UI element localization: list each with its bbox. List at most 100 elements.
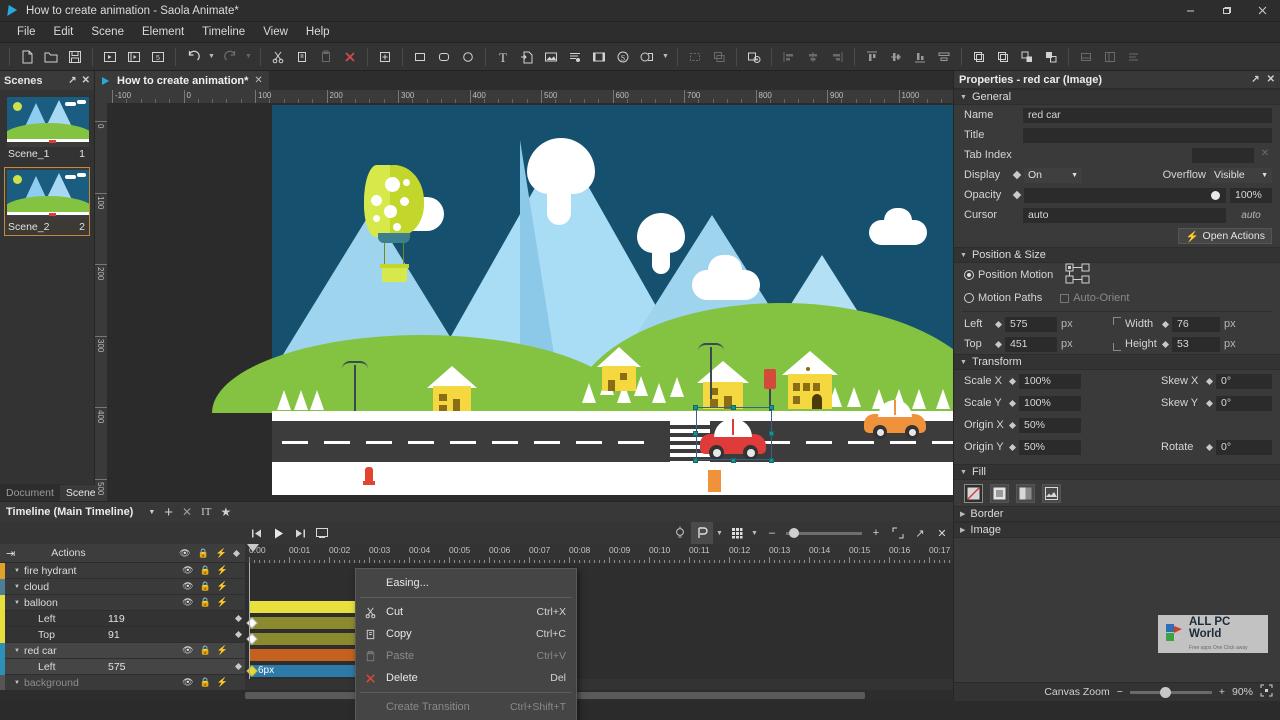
lock-icon[interactable]: 🔒: [200, 581, 211, 592]
scale-x-input[interactable]: 100%: [1019, 374, 1081, 389]
scale-y-keyframe-icon[interactable]: [1009, 399, 1016, 406]
delete-icon[interactable]: [338, 45, 362, 69]
cut-icon[interactable]: [266, 45, 290, 69]
tab-document[interactable]: Document: [0, 485, 60, 501]
origin-y-input[interactable]: 50%: [1019, 440, 1081, 455]
new-document-icon[interactable]: [15, 45, 39, 69]
close-button[interactable]: [1244, 0, 1280, 22]
skip-to-end-icon[interactable]: [289, 522, 311, 544]
menu-item-copy[interactable]: CopyCtrl+C: [356, 623, 576, 645]
element-settings-icon[interactable]: [742, 45, 766, 69]
favorite-icon[interactable]: ★: [221, 505, 232, 519]
add-scene-icon[interactable]: [373, 45, 397, 69]
position-motion-radio[interactable]: [964, 270, 974, 280]
send-to-back-icon[interactable]: [991, 45, 1015, 69]
document-tab[interactable]: How to create animation* ✕: [95, 71, 269, 90]
chevron-down-icon[interactable]: ▼: [14, 568, 20, 574]
actions-icon[interactable]: ⚡: [217, 677, 228, 688]
actions-icon[interactable]: ⚡: [217, 597, 228, 608]
minimize-button[interactable]: [1172, 0, 1208, 22]
fill-image-button[interactable]: [1042, 484, 1061, 503]
timeline-dropdown-icon[interactable]: ▼: [148, 509, 155, 516]
keyframe-toggle-icon[interactable]: [235, 663, 242, 670]
actions-icon[interactable]: ⚡: [217, 645, 228, 656]
open-actions-button[interactable]: ⚡ Open Actions: [1178, 228, 1272, 244]
eye-icon[interactable]: 👁: [182, 597, 193, 608]
expand-timeline-icon[interactable]: ↗: [909, 522, 931, 544]
timeline-ruler[interactable]: 0:0000:0100:0200:0300:0400:0500:0600:070…: [245, 544, 953, 563]
height-input[interactable]: 53: [1172, 337, 1220, 352]
eye-icon[interactable]: 👁: [182, 581, 193, 592]
play-icon[interactable]: [267, 522, 289, 544]
motion-paths-radio[interactable]: [964, 293, 974, 303]
undo-dropdown-icon[interactable]: ▼: [205, 45, 218, 69]
fit-to-window-icon[interactable]: [1260, 684, 1273, 700]
menu-item-delete[interactable]: DeleteDel: [356, 667, 576, 689]
menu-item-easing[interactable]: Easing...: [356, 572, 576, 594]
height-keyframe-icon[interactable]: [1162, 340, 1169, 347]
insert-more-dropdown-icon[interactable]: ▼: [659, 45, 672, 69]
send-backward-icon[interactable]: [1039, 45, 1063, 69]
section-position-size[interactable]: ▼ Position & Size: [954, 247, 1280, 263]
insert-symbol-icon[interactable]: S: [611, 45, 635, 69]
chevron-down-icon[interactable]: ▼: [14, 680, 20, 686]
track-row-property[interactable]: Left119: [0, 611, 245, 627]
skew-x-keyframe-icon[interactable]: [1206, 377, 1213, 384]
copy-icon[interactable]: [290, 45, 314, 69]
origin-x-keyframe-icon[interactable]: [1009, 421, 1016, 428]
rotate-input[interactable]: 0°: [1216, 440, 1272, 455]
timeline-zoom-slider[interactable]: [786, 532, 862, 535]
selection-handle-tc[interactable]: [731, 405, 736, 410]
document-tab-close-icon[interactable]: ✕: [254, 75, 262, 86]
eye-icon[interactable]: 👁: [182, 565, 193, 576]
chevron-down-icon[interactable]: ▼: [14, 600, 20, 606]
fill-gradient-button[interactable]: [1016, 484, 1035, 503]
section-transform[interactable]: ▼ Transform: [954, 354, 1280, 370]
menu-help[interactable]: Help: [297, 23, 339, 41]
menu-timeline[interactable]: Timeline: [193, 23, 254, 41]
selection-handle-ml[interactable]: [693, 431, 698, 436]
scene-card-1[interactable]: Scene_1 1: [4, 94, 90, 163]
fit-timeline-icon[interactable]: [887, 522, 909, 544]
grid-icon[interactable]: [726, 522, 748, 544]
bring-to-front-icon[interactable]: [967, 45, 991, 69]
width-keyframe-icon[interactable]: [1162, 320, 1169, 327]
keyframe-column-icon[interactable]: [233, 549, 240, 556]
left-input[interactable]: 575: [1005, 317, 1057, 332]
selection-handle-bc[interactable]: [731, 458, 736, 463]
insert-file-icon[interactable]: [515, 45, 539, 69]
lock-icon[interactable]: 🔒: [200, 677, 211, 688]
properties-close-icon[interactable]: ✕: [1267, 74, 1275, 85]
horizontal-ruler[interactable]: -10001002003004005006007008009001000: [107, 90, 953, 103]
track-row-group[interactable]: ▼balloon👁🔒⚡: [0, 595, 245, 611]
lock-icon[interactable]: 🔒: [200, 645, 211, 656]
save-document-icon[interactable]: [63, 45, 87, 69]
selection-handle-br[interactable]: [769, 458, 774, 463]
selection-handle-bl[interactable]: [693, 458, 698, 463]
opacity-keyframe-icon[interactable]: [1013, 191, 1021, 199]
selection-handle-tr[interactable]: [769, 405, 774, 410]
fill-none-button[interactable]: [964, 484, 983, 503]
eye-icon[interactable]: 👁: [182, 677, 193, 688]
section-general[interactable]: ▼ General: [954, 89, 1280, 105]
display-keyframe-icon[interactable]: [1013, 171, 1021, 179]
canvas-viewport[interactable]: [107, 103, 953, 501]
section-fill[interactable]: ▼ Fill: [954, 464, 1280, 480]
actions-column-icon[interactable]: ⚡: [216, 548, 227, 559]
tab-index-input[interactable]: [1192, 148, 1254, 163]
track-value[interactable]: 91: [108, 629, 120, 641]
scale-x-keyframe-icon[interactable]: [1009, 377, 1016, 384]
width-input[interactable]: 76: [1172, 317, 1220, 332]
visibility-column-icon[interactable]: 👁: [179, 548, 190, 559]
section-image[interactable]: ▶ Image: [954, 522, 1280, 538]
open-document-icon[interactable]: [39, 45, 63, 69]
track-row-property[interactable]: Left575: [0, 659, 245, 675]
timeline-tracks[interactable]: 6px: [245, 563, 953, 679]
snap-dropdown-icon[interactable]: ▼: [713, 521, 726, 545]
playhead[interactable]: [247, 544, 259, 552]
lock-icon[interactable]: 🔒: [200, 597, 211, 608]
overflow-select[interactable]: Visible ▼: [1210, 168, 1272, 183]
motion-origin-marker[interactable]: [708, 470, 721, 492]
zoom-in-icon[interactable]: +: [865, 522, 887, 544]
auto-keyframe-icon[interactable]: [669, 522, 691, 544]
